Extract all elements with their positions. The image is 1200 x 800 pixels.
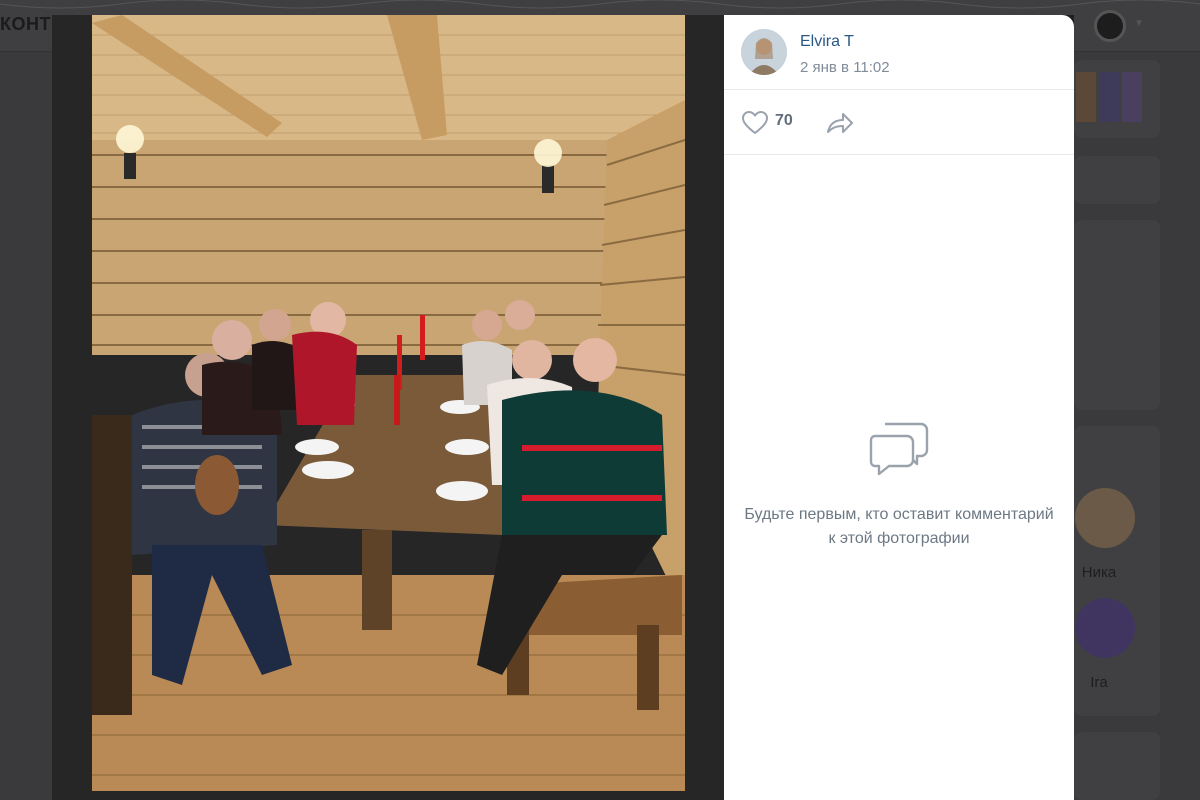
photo-thumbnail[interactable] (1076, 72, 1096, 122)
heart-icon[interactable] (742, 111, 768, 135)
garland-decoration (0, 0, 1200, 9)
author-name[interactable]: Elvira T (800, 33, 854, 51)
author-avatar[interactable] (741, 29, 787, 75)
author-header: Elvira T 2 янв в 11:02 (724, 15, 1074, 90)
photo-image (92, 15, 685, 791)
comments-icon (869, 422, 929, 476)
share-icon[interactable] (826, 110, 854, 136)
chevron-down-icon[interactable]: ▼ (1134, 18, 1144, 29)
friend-avatar[interactable] (1075, 488, 1135, 548)
post-actions: 70 (724, 91, 1074, 155)
friend-name[interactable]: Ira (1069, 674, 1129, 691)
photo-thumbnail[interactable] (1122, 72, 1142, 122)
side-card (1074, 156, 1160, 204)
post-date[interactable]: 2 янв в 11:02 (800, 59, 890, 76)
side-card (1074, 732, 1160, 800)
empty-comments-text: Будьте первым, кто оставит комментарий к… (744, 506, 1054, 547)
user-avatar[interactable] (1094, 10, 1126, 42)
like-count[interactable]: 70 (775, 112, 793, 130)
site-logo[interactable]: КОНТ (0, 14, 51, 35)
side-card (1074, 220, 1160, 410)
photo-info-panel: Elvira T 2 янв в 11:02 70 Будьте первым,… (724, 15, 1074, 800)
friend-name[interactable]: Ника (1069, 564, 1129, 581)
avatar-image (741, 29, 787, 75)
friend-avatar[interactable] (1075, 598, 1135, 658)
post-photo[interactable] (92, 15, 685, 791)
photo-thumbnail[interactable] (1099, 72, 1119, 122)
